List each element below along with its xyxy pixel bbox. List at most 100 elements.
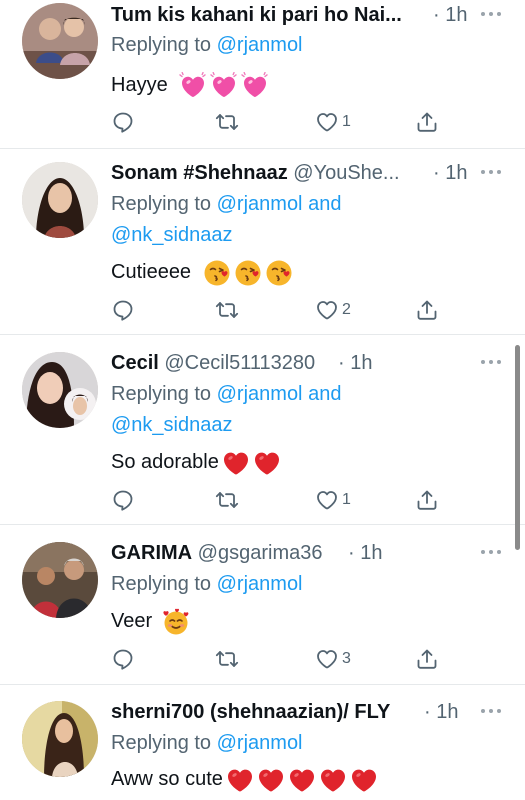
replying-to: Replying to @rjanmol xyxy=(111,30,303,61)
tweet-text: Aww so cute xyxy=(111,764,378,794)
retweet-icon xyxy=(215,647,239,671)
display-name[interactable]: Tum kis kahani ki pari ho Nai... xyxy=(111,4,402,26)
display-name[interactable]: GARIMA xyxy=(111,542,192,564)
share-icon xyxy=(415,647,439,671)
share-button[interactable] xyxy=(415,297,439,323)
smiling-face-hearts-emoji xyxy=(162,608,190,636)
tweet[interactable]: Tum kis kahani ki pari ho Nai... · 1h Re… xyxy=(0,0,525,148)
tweet[interactable]: Cecil @Cecil51113280 · 1h Replying to @r… xyxy=(0,348,525,524)
more-options-icon[interactable] xyxy=(478,701,504,721)
mention-link[interactable]: @rjanmol xyxy=(217,34,303,56)
reply-icon xyxy=(111,298,135,322)
tweet-time: · 1h xyxy=(424,701,459,723)
retweet-icon xyxy=(215,298,239,322)
reply-prefix: Replying to xyxy=(111,732,212,754)
share-button[interactable] xyxy=(415,109,439,135)
tweet-text: So adorable xyxy=(111,447,281,477)
tweet-text-content: Aww so cute xyxy=(111,768,223,790)
like-count: 1 xyxy=(342,491,351,508)
time-value: 1h xyxy=(350,352,373,374)
retweet-button[interactable] xyxy=(215,109,239,135)
reply-joiner: and xyxy=(308,383,342,405)
kiss-face-emoji xyxy=(234,259,262,287)
tweet-time: · 1h xyxy=(433,4,468,26)
tweet-text: Cutieeee xyxy=(111,257,293,287)
reply-prefix: Replying to xyxy=(111,573,212,595)
mention-link[interactable]: @nk_sidnaaz xyxy=(111,224,232,246)
tweet-header: Tum kis kahani ki pari ho Nai... xyxy=(111,0,453,30)
kiss-face-emoji xyxy=(265,259,293,287)
scrollbar[interactable] xyxy=(515,345,520,550)
more-options-icon[interactable] xyxy=(478,352,504,372)
share-button[interactable] xyxy=(415,487,439,513)
retweet-icon xyxy=(215,488,239,512)
red-heart-emoji xyxy=(222,449,250,477)
mention-link[interactable]: @rjanmol xyxy=(217,383,303,405)
reply-button[interactable] xyxy=(111,109,135,135)
pink-heart-emoji xyxy=(179,72,207,100)
share-icon xyxy=(415,110,439,134)
replying-to: Replying to @rjanmol xyxy=(111,728,303,759)
divider xyxy=(0,148,525,149)
user-handle[interactable]: @gsgarima36 xyxy=(198,542,323,564)
time-value: 1h xyxy=(445,4,468,26)
replying-to: Replying to @rjanmol and xyxy=(111,189,341,220)
tweet[interactable]: Sonam #Shehnaaz @YouShe... · 1h Replying… xyxy=(0,158,525,334)
like-button[interactable]: 3 xyxy=(315,646,351,672)
time-value: 1h xyxy=(436,701,459,723)
tweet-text: Hayye xyxy=(111,70,269,100)
more-options-icon[interactable] xyxy=(478,4,504,24)
avatar[interactable] xyxy=(22,701,98,777)
replying-to-line2: @nk_sidnaaz xyxy=(111,220,232,251)
kiss-face-emoji xyxy=(203,259,231,287)
avatar[interactable] xyxy=(22,162,98,238)
reply-button[interactable] xyxy=(111,297,135,323)
avatar[interactable] xyxy=(22,352,98,428)
mention-link[interactable]: @rjanmol xyxy=(217,193,303,215)
red-heart-emoji xyxy=(253,449,281,477)
share-button[interactable] xyxy=(415,646,439,672)
tweet-header: GARIMA @gsgarima36 xyxy=(111,538,453,568)
replying-to: Replying to @rjanmol xyxy=(111,569,303,600)
more-options-icon[interactable] xyxy=(478,542,504,562)
retweet-button[interactable] xyxy=(215,297,239,323)
retweet-icon xyxy=(215,110,239,134)
reply-button[interactable] xyxy=(111,487,135,513)
display-name[interactable]: sherni700 (shehnaazian)/ FLY xyxy=(111,701,390,723)
share-icon xyxy=(415,298,439,322)
tweet-actions: 2 xyxy=(0,297,525,323)
heart-icon xyxy=(315,647,339,671)
red-heart-emoji xyxy=(257,766,285,794)
like-count: 3 xyxy=(342,650,351,667)
share-icon xyxy=(415,488,439,512)
mention-link[interactable]: @rjanmol xyxy=(217,732,303,754)
tweet-header: sherni700 (shehnaazian)/ FLY xyxy=(111,697,453,727)
heart-icon xyxy=(315,298,339,322)
reply-icon xyxy=(111,488,135,512)
user-handle[interactable]: @YouShe... xyxy=(293,162,399,184)
mention-link[interactable]: @rjanmol xyxy=(217,573,303,595)
tweet-header: Sonam #Shehnaaz @YouShe... xyxy=(111,158,453,188)
like-button[interactable]: 2 xyxy=(315,297,351,323)
user-handle[interactable]: @Cecil51113280 xyxy=(164,352,315,374)
display-name[interactable]: Cecil xyxy=(111,352,159,374)
like-button[interactable]: 1 xyxy=(315,109,351,135)
tweet[interactable]: sherni700 (shehnaazian)/ FLY · 1h Replyi… xyxy=(0,697,525,800)
tweet-text: Veer xyxy=(111,606,190,636)
tweet-time: · 1h xyxy=(348,542,383,564)
retweet-button[interactable] xyxy=(215,646,239,672)
like-button[interactable]: 1 xyxy=(315,487,351,513)
display-name[interactable]: Sonam #Shehnaaz xyxy=(111,162,288,184)
like-count: 1 xyxy=(342,113,351,130)
retweet-button[interactable] xyxy=(215,487,239,513)
red-heart-emoji xyxy=(350,766,378,794)
avatar[interactable] xyxy=(22,542,98,618)
more-options-icon[interactable] xyxy=(478,162,504,182)
avatar[interactable] xyxy=(22,3,98,79)
divider xyxy=(0,334,525,335)
tweet-actions: 1 xyxy=(0,487,525,513)
reply-button[interactable] xyxy=(111,646,135,672)
mention-link[interactable]: @nk_sidnaaz xyxy=(111,414,232,436)
tweet-text-content: Cutieeee xyxy=(111,261,192,283)
tweet[interactable]: GARIMA @gsgarima36 · 1h Replying to @rja… xyxy=(0,538,525,684)
